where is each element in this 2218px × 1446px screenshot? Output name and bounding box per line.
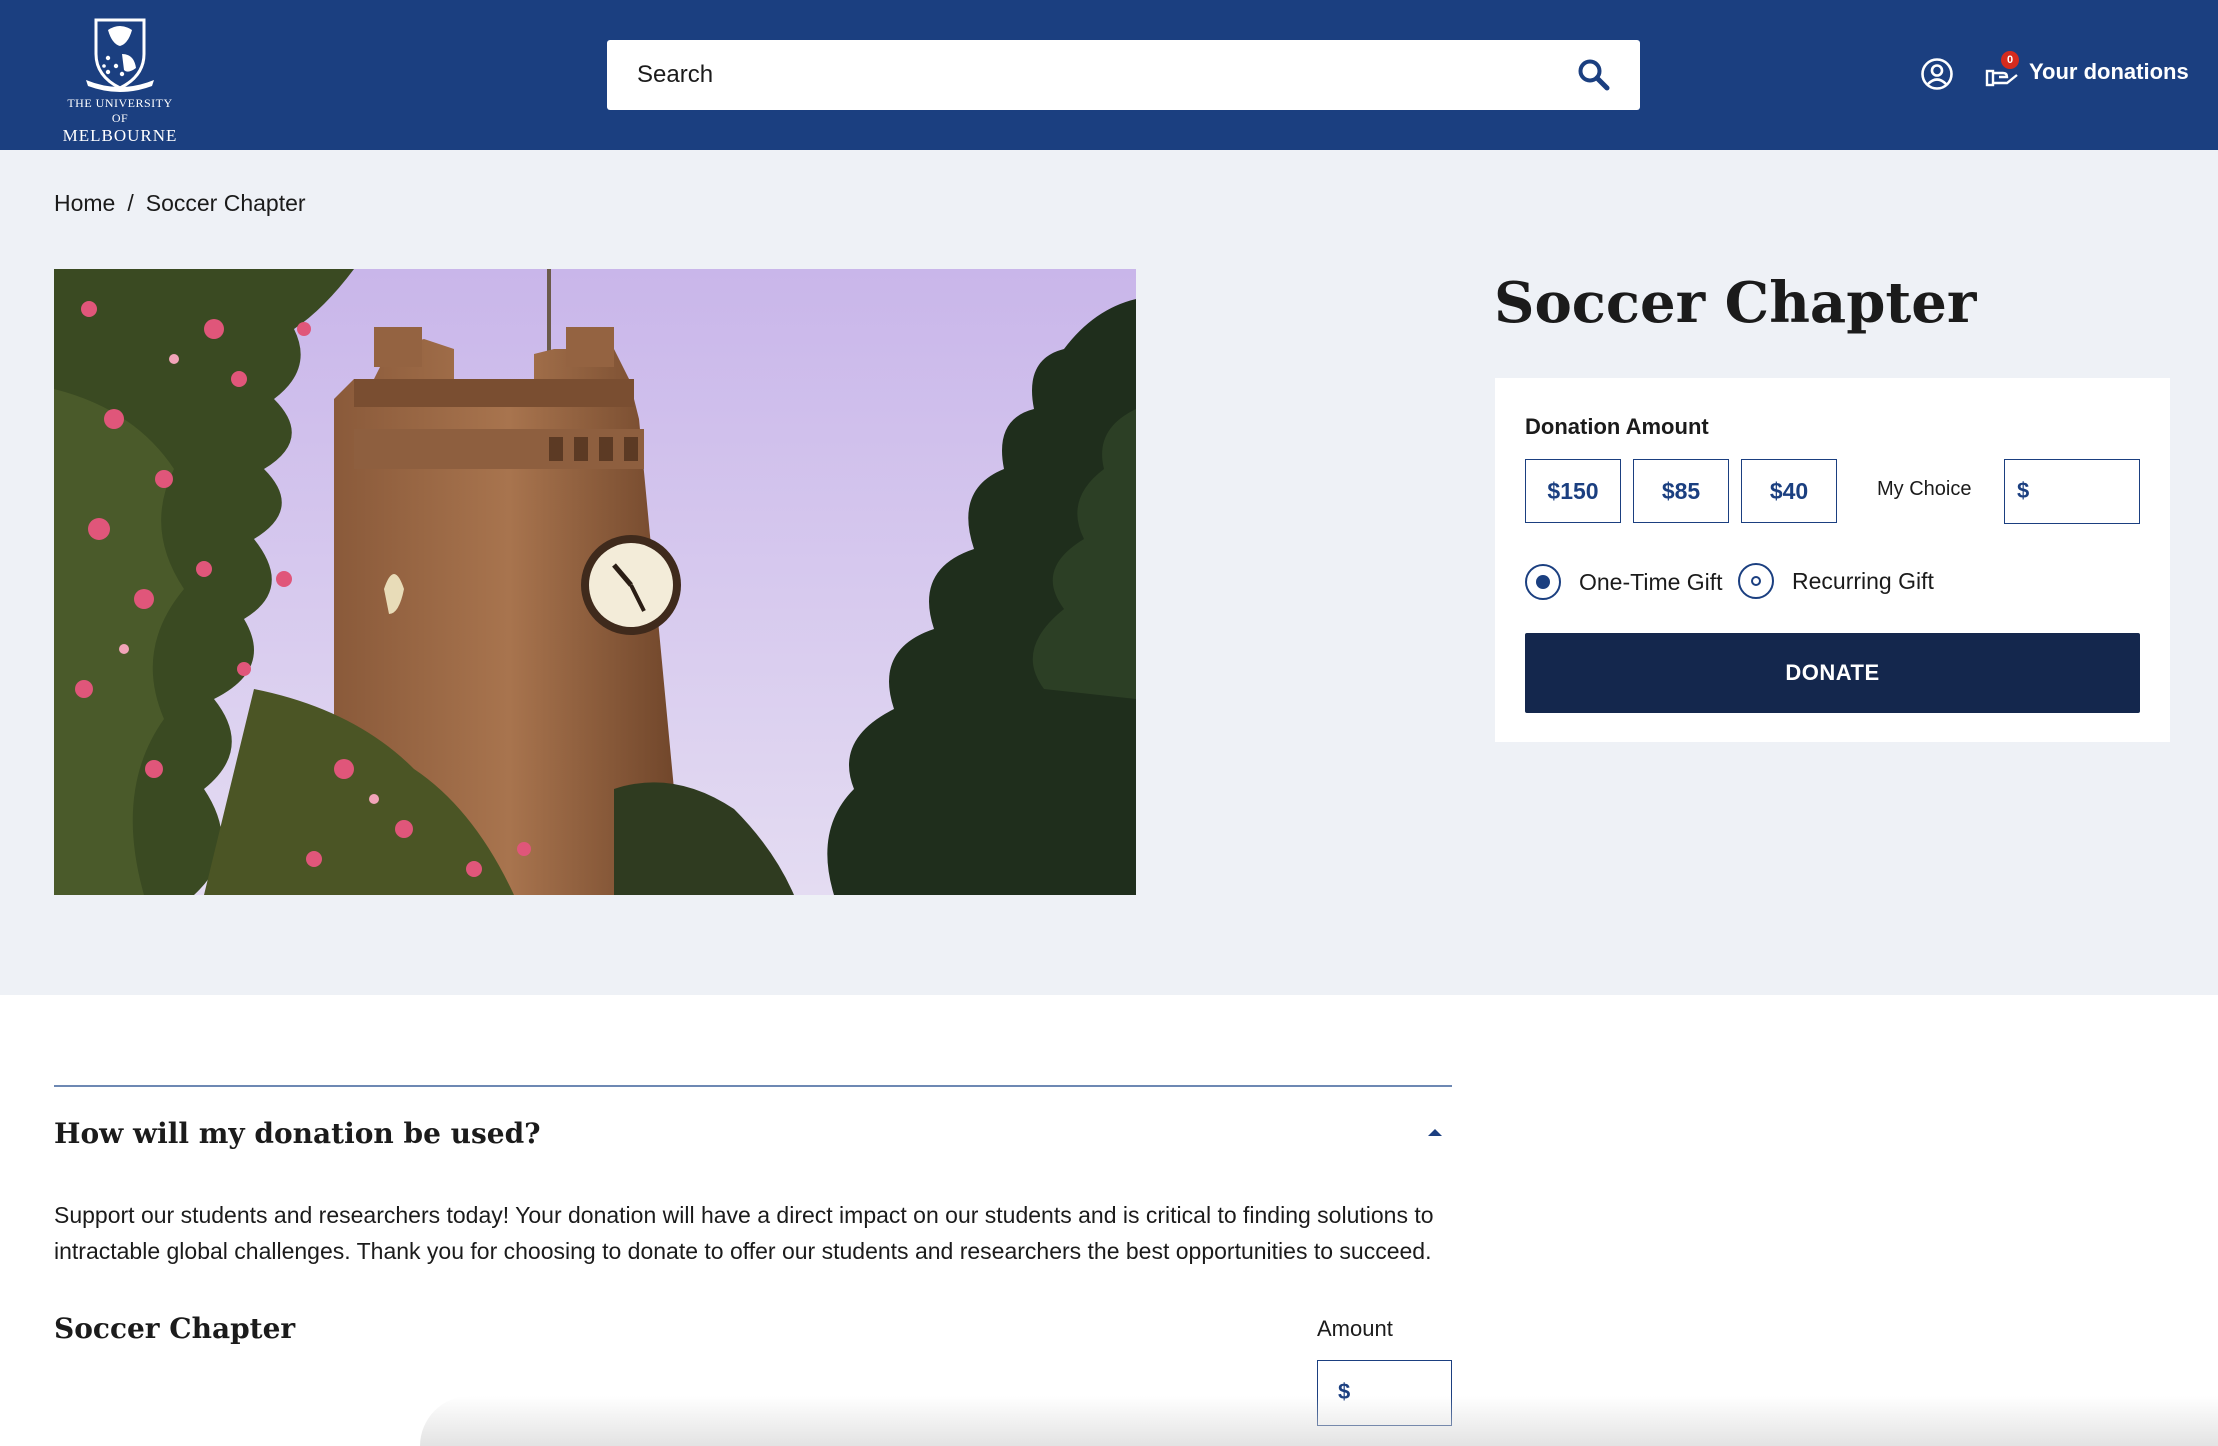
search-button[interactable] (1576, 57, 1612, 93)
user-circle-icon (1921, 58, 1953, 90)
page-title: Soccer Chapter (1494, 270, 1977, 336)
my-choice-label: My Choice (1877, 478, 1972, 500)
breadcrumb-separator: / (127, 190, 134, 216)
donation-cart: 0 (1985, 51, 2019, 89)
radio-recurring-gift[interactable]: Recurring Gift (1738, 563, 1934, 599)
search-input[interactable] (607, 40, 1567, 110)
logo-text-bottom: MELBOURNE (62, 126, 178, 145)
radio-unselected-icon (1738, 563, 1774, 599)
radio-selected-icon (1525, 564, 1561, 600)
radio-one-time-gift[interactable]: One-Time Gift (1525, 564, 1723, 600)
custom-amount-field[interactable]: $ (2004, 459, 2140, 524)
search-bar (607, 40, 1640, 110)
accordion-body-text: Support our students and researchers tod… (54, 1202, 1434, 1264)
currency-symbol: $ (2017, 478, 2030, 503)
your-donations-label: Your donations (2029, 59, 2189, 84)
donation-card: Donation Amount $150 $85 $40 My Choice $… (1495, 378, 2170, 742)
bottom-overlay-shadow (420, 1396, 2218, 1446)
custom-amount-input[interactable] (2037, 470, 2133, 512)
university-logo[interactable]: THE UNIVERSITY OF MELBOURNE (58, 10, 182, 145)
accordion-divider (54, 1085, 1452, 1087)
accordion-title[interactable]: How will my donation be used? (54, 1117, 541, 1150)
donate-button[interactable]: DONATE (1525, 633, 2140, 713)
breadcrumb: Home / Soccer Chapter (54, 190, 306, 217)
amount-option-40[interactable]: $40 (1741, 459, 1837, 523)
fund-name: Soccer Chapter (54, 1312, 296, 1345)
site-header: THE UNIVERSITY OF MELBOURNE 0 Your d (0, 0, 2218, 150)
fund-amount-label: Amount (1317, 1316, 1393, 1341)
accordion-toggle-button[interactable] (1418, 1120, 1452, 1146)
logo-text-top: THE UNIVERSITY OF (67, 96, 173, 125)
search-icon (1578, 59, 1610, 91)
breadcrumb-current: Soccer Chapter (145, 190, 306, 216)
chevron-up-icon (1428, 1129, 1442, 1136)
one-time-gift-label: One-Time Gift (1579, 568, 1723, 595)
your-donations-link[interactable]: 0 Your donations (1985, 51, 2189, 92)
donation-amount-label: Donation Amount (1525, 414, 1709, 439)
amount-option-85[interactable]: $85 (1633, 459, 1729, 523)
amount-option-150[interactable]: $150 (1525, 459, 1621, 523)
donation-info-section: How will my donation be used? Support ou… (0, 995, 2218, 1446)
breadcrumb-home[interactable]: Home (54, 190, 115, 217)
clock-tower-photo (54, 269, 1136, 895)
crest-icon (86, 18, 154, 92)
cart-count-badge: 0 (2001, 51, 2019, 69)
hero-image (54, 269, 1136, 895)
account-button[interactable] (1920, 57, 1954, 91)
recurring-gift-label: Recurring Gift (1792, 567, 1934, 594)
